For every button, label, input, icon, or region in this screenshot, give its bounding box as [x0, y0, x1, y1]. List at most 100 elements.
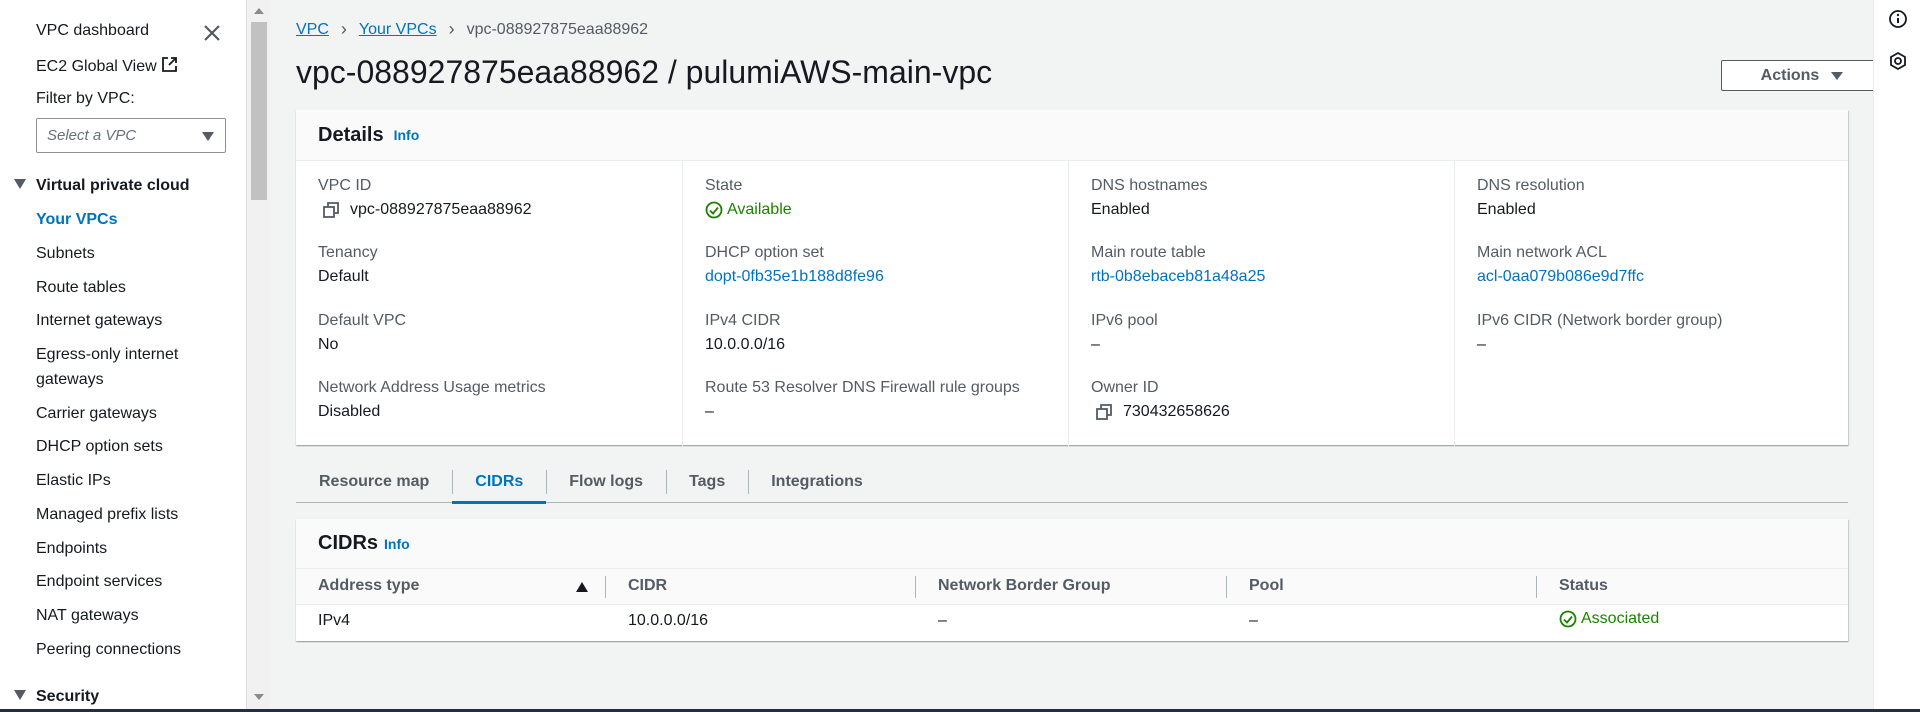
cell-address-type: IPv4	[318, 612, 351, 630]
cidrs-title: CIDRs	[318, 532, 379, 554]
tab-tags[interactable]: Tags	[666, 460, 748, 503]
field-owner-id: Owner ID 730432658626	[1091, 379, 1230, 421]
column-header-status[interactable]: Status	[1537, 569, 1848, 605]
state-value: Available	[727, 201, 792, 218]
sidebar-item-nat-gateways[interactable]: NAT gateways	[36, 607, 139, 625]
column-header-label: Status	[1559, 577, 1608, 595]
sidebar-item-label: EC2 Global View	[36, 58, 157, 75]
tab-integrations[interactable]: Integrations	[748, 460, 886, 503]
dns-resolution-value: Enabled	[1477, 201, 1536, 218]
sidebar-item-egress-only-igw-line2[interactable]: gateways	[36, 371, 104, 389]
scroll-up-arrow-icon[interactable]	[254, 8, 264, 14]
column-header-network-border-group[interactable]: Network Border Group	[916, 569, 1227, 605]
field-ipv4-cidr: IPv4 CIDR 10.0.0.0/16	[705, 312, 785, 354]
column-header-label: Pool	[1249, 577, 1284, 595]
sidebar-item-egress-only-igw[interactable]: Egress-only internet	[36, 346, 178, 364]
vpc-filter-placeholder: Select a VPC	[47, 127, 137, 144]
field-label: IPv6 pool	[1091, 312, 1158, 329]
sidebar-item-endpoint-services[interactable]: Endpoint services	[36, 573, 162, 591]
actions-button[interactable]: Actions	[1721, 60, 1883, 91]
copy-icon[interactable]	[322, 201, 340, 219]
cidrs-header: CIDRs Info	[296, 519, 1848, 569]
caret-down-icon	[202, 132, 214, 141]
breadcrumb-vpc[interactable]: VPC	[296, 21, 329, 39]
vpc-filter-select[interactable]: Select a VPC	[36, 118, 226, 153]
close-icon[interactable]	[201, 22, 223, 44]
copy-icon[interactable]	[1095, 403, 1113, 421]
sort-ascending-icon[interactable]	[576, 582, 588, 592]
vpc-id-value: vpc-088927875eaa88962	[350, 201, 532, 218]
default-vpc-value: No	[318, 336, 339, 353]
field-nau-metrics: Network Address Usage metrics Disabled	[318, 379, 546, 421]
field-label: Main network ACL	[1477, 244, 1607, 261]
field-label: DNS hostnames	[1091, 177, 1208, 194]
sidebar-item-endpoints[interactable]: Endpoints	[36, 540, 107, 558]
ipv6-pool-value: –	[1091, 336, 1100, 353]
field-ipv6-pool: IPv6 pool –	[1091, 312, 1158, 354]
main-route-table-link[interactable]: rtb-0b8ebaceb81a48a25	[1091, 268, 1265, 286]
column-header-address-type[interactable]: Address type	[296, 569, 606, 605]
scroll-down-arrow-icon[interactable]	[254, 694, 264, 700]
status-indicator: Associated	[1559, 610, 1659, 628]
cell-pool: –	[1249, 612, 1258, 630]
details-title: Details	[318, 123, 384, 146]
sidebar-item-vpc-dashboard[interactable]: VPC dashboard	[36, 22, 149, 40]
sidebar-item-carrier-gateways[interactable]: Carrier gateways	[36, 405, 157, 423]
field-label: State	[705, 177, 743, 194]
sidebar-item-dhcp-option-sets[interactable]: DHCP option sets	[36, 438, 163, 456]
section-security[interactable]: Security	[14, 688, 99, 706]
detail-tabs: Resource map CIDRs Flow logs Tags Integr…	[296, 460, 1848, 504]
section-label: Virtual private cloud	[36, 177, 190, 194]
cidrs-info-link[interactable]: Info	[384, 536, 410, 552]
main-network-acl-link[interactable]: acl-0aa079b086e9d7ffc	[1477, 268, 1644, 286]
sidebar-item-subnets[interactable]: Subnets	[36, 245, 95, 263]
sidebar-item-route-tables[interactable]: Route tables	[36, 279, 126, 297]
collapse-triangle-icon	[14, 690, 26, 700]
chevron-right-icon: ›	[340, 19, 347, 39]
field-label: Route 53 Resolver DNS Firewall rule grou…	[705, 379, 1020, 396]
sidebar-item-elastic-ips[interactable]: Elastic IPs	[36, 472, 111, 490]
column-header-pool[interactable]: Pool	[1227, 569, 1537, 605]
sidebar-item-peering-connections[interactable]: Peering connections	[36, 641, 181, 659]
details-info-link[interactable]: Info	[394, 127, 420, 143]
sidebar-item-managed-prefix-lists[interactable]: Managed prefix lists	[36, 506, 178, 524]
field-label: Default VPC	[318, 312, 407, 329]
table-header-row: Address type CIDR Network Border Group P…	[296, 569, 1848, 605]
field-label: DNS resolution	[1477, 177, 1585, 194]
section-label: Security	[36, 688, 100, 705]
section-virtual-private-cloud[interactable]: Virtual private cloud	[14, 177, 190, 195]
scrollbar-thumb[interactable]	[251, 22, 267, 200]
field-value-row: vpc-088927875eaa88962	[318, 201, 532, 219]
status-check-icon	[1559, 610, 1577, 628]
column-header-label: Network Border Group	[938, 577, 1111, 595]
breadcrumb-your-vpcs[interactable]: Your VPCs	[359, 21, 437, 39]
utility-rail	[1873, 0, 1920, 712]
tab-resource-map[interactable]: Resource map	[296, 460, 452, 503]
field-label: IPv6 CIDR (Network border group)	[1477, 312, 1723, 329]
field-label: Main route table	[1091, 244, 1206, 261]
cell-cidr: 10.0.0.0/16	[628, 612, 709, 630]
cell-network-border-group: –	[938, 612, 947, 630]
chevron-right-icon: ›	[448, 19, 455, 39]
field-dhcp-option-set: DHCP option set dopt-0fb35e1b188d8fe96	[705, 244, 884, 286]
field-label: VPC ID	[318, 177, 372, 194]
details-column-2: State Available DHCP option set dopt-0fb…	[682, 161, 1068, 446]
field-label: IPv4 CIDR	[705, 312, 781, 329]
column-header-cidr[interactable]: CIDR	[606, 569, 916, 605]
details-column-4: DNS resolution Enabled Main network ACL …	[1454, 161, 1840, 446]
sidebar-item-ec2-global-view[interactable]: EC2 Global View	[36, 56, 178, 78]
table-row[interactable]: IPv4 10.0.0.0/16 – – Associated	[296, 604, 1848, 638]
tab-flow-logs[interactable]: Flow logs	[546, 460, 666, 503]
ipv4-cidr-value: 10.0.0.0/16	[705, 336, 786, 353]
sidebar-scrollbar[interactable]	[246, 0, 270, 712]
settings-hex-icon[interactable]	[1888, 51, 1908, 71]
sidebar-item-your-vpcs[interactable]: Your VPCs	[36, 211, 118, 229]
info-circle-icon[interactable]	[1888, 9, 1908, 29]
dns-hostnames-value: Enabled	[1091, 201, 1150, 218]
dhcp-option-set-link[interactable]: dopt-0fb35e1b188d8fe96	[705, 268, 884, 286]
sidebar-item-internet-gateways[interactable]: Internet gateways	[36, 312, 162, 330]
breadcrumb-current: vpc-088927875eaa88962	[466, 20, 649, 38]
cidrs-panel: CIDRs Info Address type CIDR Network Bor…	[296, 519, 1848, 641]
tab-cidrs[interactable]: CIDRs	[452, 460, 547, 504]
column-header-label: CIDR	[628, 577, 668, 595]
